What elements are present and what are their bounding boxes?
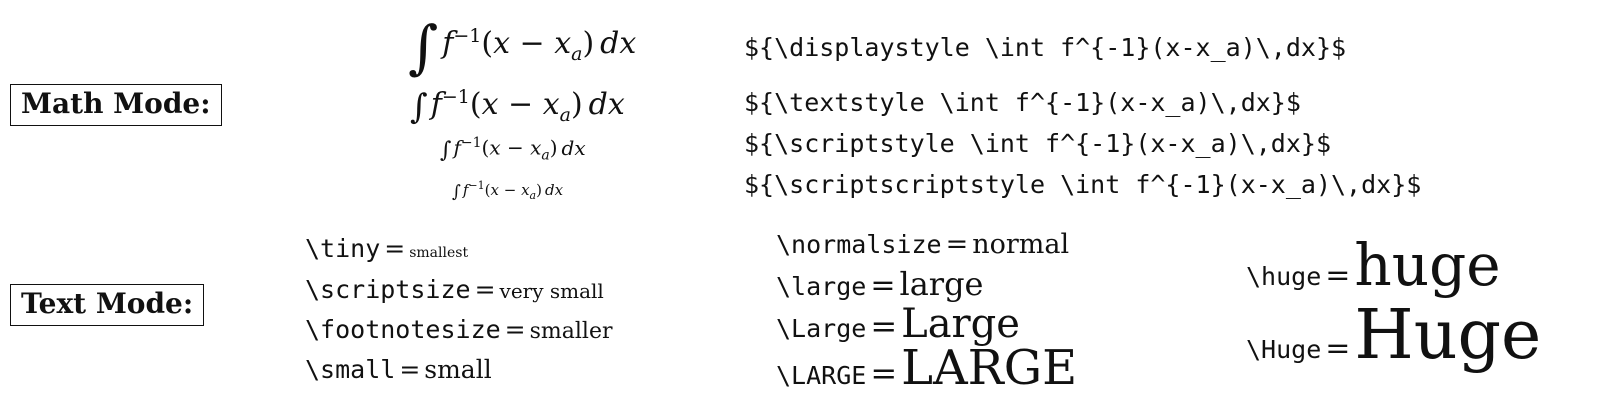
text-mode-label: Text Mode: <box>10 284 205 326</box>
size-sample: Huge <box>1354 296 1542 375</box>
formula-dx: dx <box>600 26 637 61</box>
equals-sign: = <box>945 229 969 260</box>
size-command: \LARGE <box>776 361 867 390</box>
formula-xa: x <box>530 135 542 160</box>
integral-sign-icon: ∫ <box>452 182 461 202</box>
size-command: \huge <box>1246 262 1322 291</box>
formula-open: ( <box>469 87 482 122</box>
size-command: \tiny <box>305 234 381 263</box>
size-command: \scriptsize <box>305 275 471 304</box>
integral-sign-icon: ∫ <box>440 137 452 163</box>
size-row-tiny: \tiny = smallest <box>305 236 468 261</box>
equals-sign: = <box>1325 331 1351 366</box>
formula-sub: a <box>541 147 550 164</box>
size-sample: small <box>424 355 492 384</box>
size-command: \footnotesize <box>305 315 501 344</box>
formula-close: ) <box>582 26 595 61</box>
formula-sup: −1 <box>468 179 485 192</box>
equals-sign: = <box>1325 258 1351 293</box>
formula-minus: − <box>509 26 555 61</box>
formula-xa: x <box>542 87 560 122</box>
equals-sign: = <box>870 307 898 345</box>
formula-scriptstyle: ∫ f−1(x − xa) dx <box>440 136 586 163</box>
integral-sign-icon: ∫ <box>408 13 439 81</box>
formula-xa: x <box>521 181 530 199</box>
size-row-Large: \Large = Large <box>776 304 1020 344</box>
formula-sup: −1 <box>460 135 482 151</box>
formula-xa: x <box>554 26 572 61</box>
size-sample: normal <box>972 229 1070 260</box>
code-textstyle: ${\textstyle \int f^{-1}(x-x_a)\,dx}$ <box>744 88 1301 117</box>
size-row-Huge: \Huge = Huge <box>1246 302 1541 370</box>
integral-sign-icon: ∫ <box>410 87 428 127</box>
size-row-huge: \huge = huge <box>1246 236 1501 294</box>
equals-sign: = <box>504 315 526 344</box>
size-row-LARGE: \LARGE = LARGE <box>776 344 1077 392</box>
size-row-normalsize: \normalsize = normal <box>776 231 1069 258</box>
formula-close: ) <box>549 135 558 160</box>
code-displaystyle: ${\displaystyle \int f^{-1}(x-x_a)\,dx}$ <box>744 33 1347 62</box>
size-sample: huge <box>1354 231 1501 299</box>
size-sample: smaller <box>529 319 613 344</box>
formula-x: x <box>489 135 501 160</box>
size-command: \Huge <box>1246 335 1322 364</box>
formula-close: ) <box>570 87 583 122</box>
formula-func: f <box>430 87 442 122</box>
size-row-scriptsize: \scriptsize = very small <box>305 277 604 302</box>
formula-x: x <box>493 26 510 61</box>
formula-sup: −1 <box>441 86 470 108</box>
formula-x: x <box>481 87 499 122</box>
formula-sub: a <box>571 43 583 65</box>
formula-x: x <box>490 181 499 199</box>
size-command: \Large <box>776 314 867 343</box>
size-sample: smallest <box>409 245 469 261</box>
equals-sign: = <box>870 268 896 303</box>
math-mode-label: Math Mode: <box>10 84 222 126</box>
size-sample: large <box>899 265 984 303</box>
formula-func: f <box>442 26 454 61</box>
formula-textstyle: ∫ f−1(x − xa) dx <box>410 88 625 125</box>
size-row-footnotesize: \footnotesize = smaller <box>305 317 613 343</box>
equals-sign: = <box>384 234 406 263</box>
formula-dx: dx <box>588 87 625 122</box>
formula-dx: dx <box>561 135 586 160</box>
equals-sign: = <box>870 354 898 392</box>
formula-minus: − <box>500 135 531 160</box>
equals-sign: = <box>474 275 496 304</box>
formula-minus: − <box>498 181 522 199</box>
code-scriptscriptstyle: ${\scriptscriptstyle \int f^{-1}(x-x_a)\… <box>744 170 1422 199</box>
formula-dx: dx <box>544 181 564 199</box>
formula-scriptscriptstyle: ∫ f−1(x − xa) dx <box>452 180 563 201</box>
size-command: \normalsize <box>776 230 942 259</box>
formula-sub: a <box>559 104 571 126</box>
code-scriptstyle: ${\scriptstyle \int f^{-1}(x-x_a)\,dx}$ <box>744 129 1331 158</box>
formula-sup: −1 <box>453 25 482 47</box>
size-sample: very small <box>499 279 604 303</box>
formula-func: f <box>453 135 461 160</box>
size-row-small: \small = small <box>305 357 492 382</box>
formula-minus: − <box>498 87 543 122</box>
size-command: \large <box>776 272 867 301</box>
equals-sign: = <box>399 355 421 384</box>
formula-displaystyle: ∫ f−1(x − xa) dx <box>408 18 636 76</box>
formula-open: ( <box>481 26 494 61</box>
size-row-large: \large = large <box>776 268 983 301</box>
size-sample: LARGE <box>901 340 1078 396</box>
size-command: \small <box>305 355 396 384</box>
formula-close: ) <box>536 181 542 199</box>
